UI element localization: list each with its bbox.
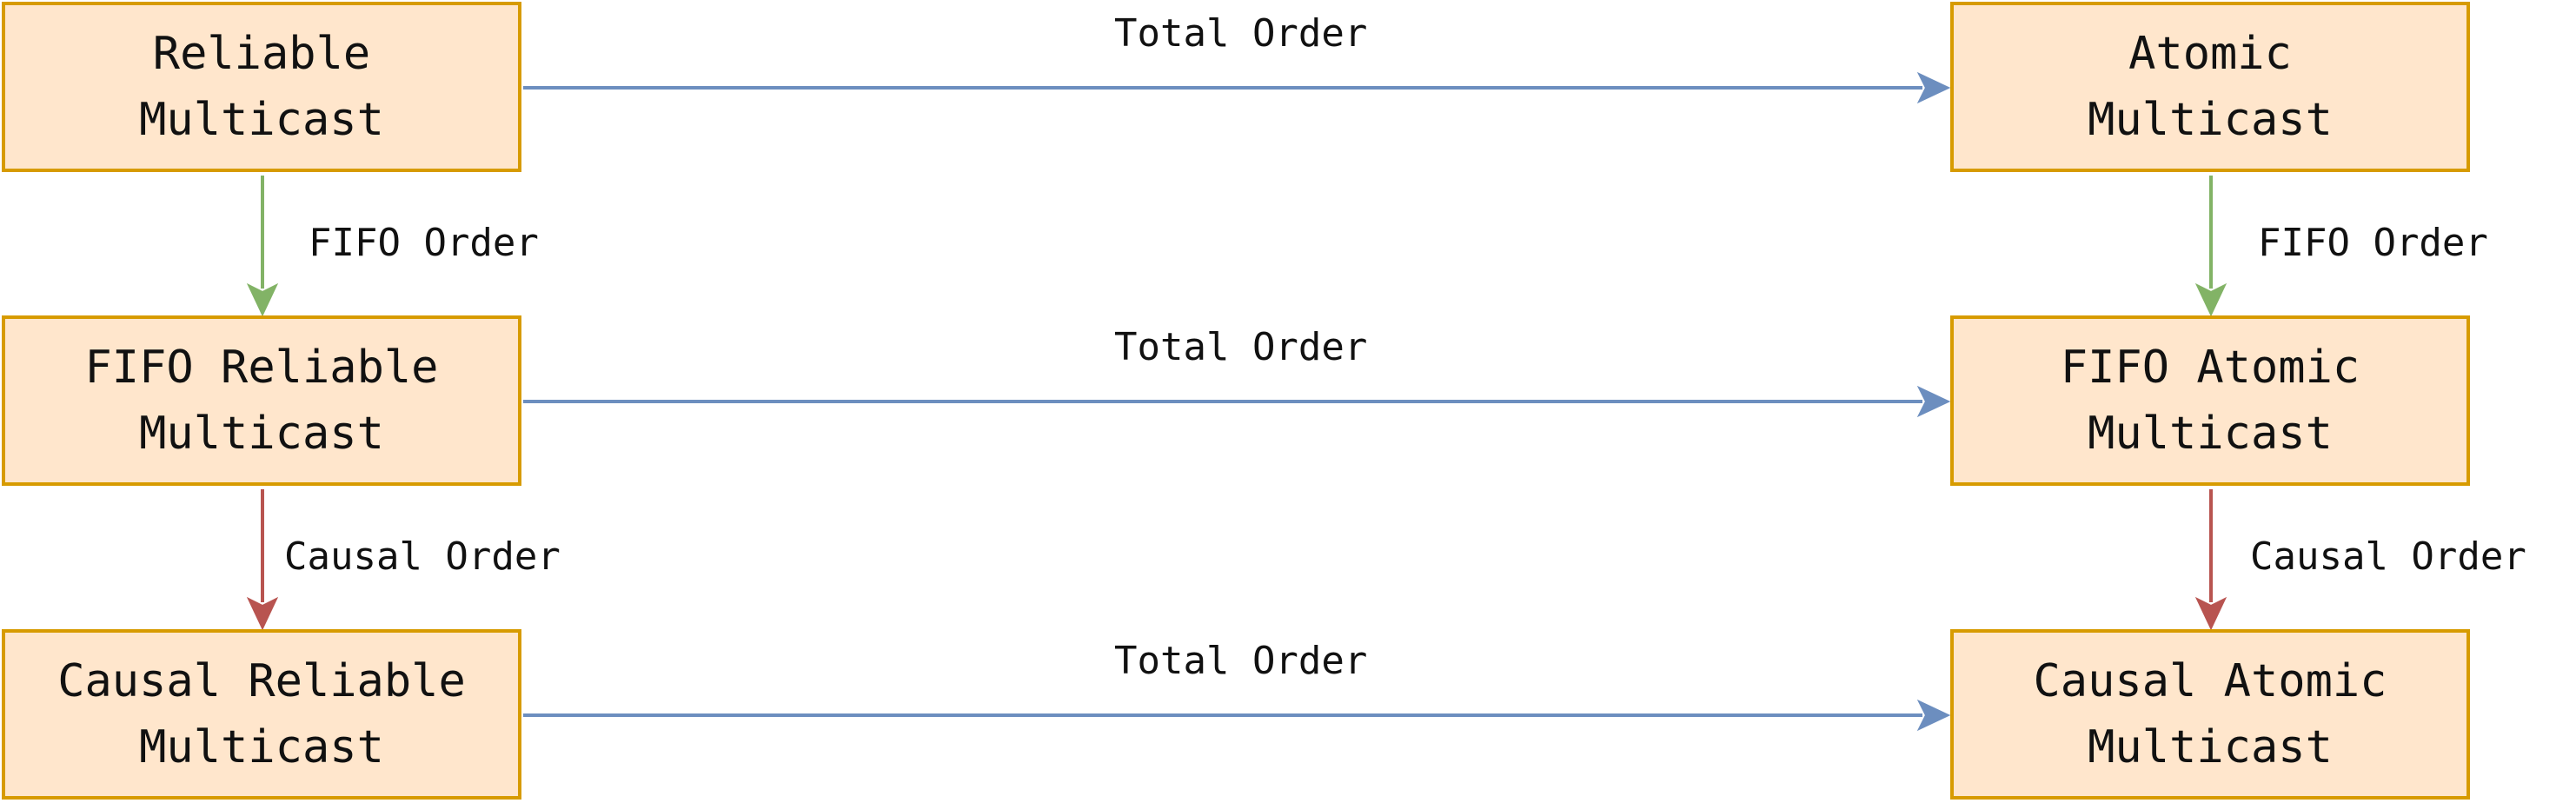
edge-total-order-3: [523, 699, 1951, 732]
edge-causal-order-right: [2194, 489, 2227, 631]
edge-label-fifo-order-right: FIFO Order: [2258, 221, 2488, 265]
node-causal-reliable-multicast: Causal Reliable Multicast: [2, 629, 521, 800]
edge-label-causal-order-left: Causal Order: [284, 534, 561, 579]
arrowhead: [246, 282, 279, 317]
edge-label-causal-order-right: Causal Order: [2250, 534, 2526, 579]
node-label-line-2: Multicast: [2088, 721, 2333, 773]
edge-label-total-order-1: Total Order: [1114, 11, 1368, 56]
node-label-line-2: Multicast: [2088, 408, 2333, 460]
edge-fifo-order-left: [246, 176, 279, 317]
node-reliable-multicast: Reliable Multicast: [2, 2, 521, 172]
edge-total-order-2: [523, 385, 1951, 418]
edge-label-total-order-2: Total Order: [1114, 325, 1368, 369]
edge-label-fifo-order-left: FIFO Order: [309, 221, 539, 265]
node-label-line-1: Causal Atomic: [2033, 655, 2387, 707]
node-atomic-multicast: Atomic Multicast: [1950, 2, 2470, 172]
node-label-line-2: Multicast: [2088, 94, 2333, 146]
node-label-line-1: Atomic: [2128, 28, 2292, 80]
node-label-line-1: Reliable: [152, 28, 371, 80]
arrowhead: [246, 596, 279, 631]
arrowhead: [2194, 596, 2227, 631]
node-fifo-reliable-multicast: FIFO Reliable Multicast: [2, 315, 521, 486]
node-label-line-1: Causal Reliable: [57, 655, 466, 707]
node-label-line-2: Multicast: [139, 408, 384, 460]
node-label-line-2: Multicast: [139, 721, 384, 773]
arrowhead: [2194, 282, 2227, 317]
edge-fifo-order-right: [2194, 176, 2227, 317]
arrowhead: [1916, 71, 1951, 104]
node-causal-atomic-multicast: Causal Atomic Multicast: [1950, 629, 2470, 800]
node-label-line-1: FIFO Reliable: [84, 342, 439, 394]
arrowhead: [1916, 385, 1951, 418]
node-fifo-atomic-multicast: FIFO Atomic Multicast: [1950, 315, 2470, 486]
arrowhead: [1916, 699, 1951, 732]
edge-causal-order-left: [246, 489, 279, 631]
node-label-line-2: Multicast: [139, 94, 384, 146]
multicast-ordering-diagram: Reliable Multicast Atomic Multicast FIFO…: [0, 0, 2576, 803]
node-label-line-1: FIFO Atomic: [2060, 342, 2360, 394]
edge-label-total-order-3: Total Order: [1114, 639, 1368, 683]
edge-total-order-1: [523, 71, 1951, 104]
